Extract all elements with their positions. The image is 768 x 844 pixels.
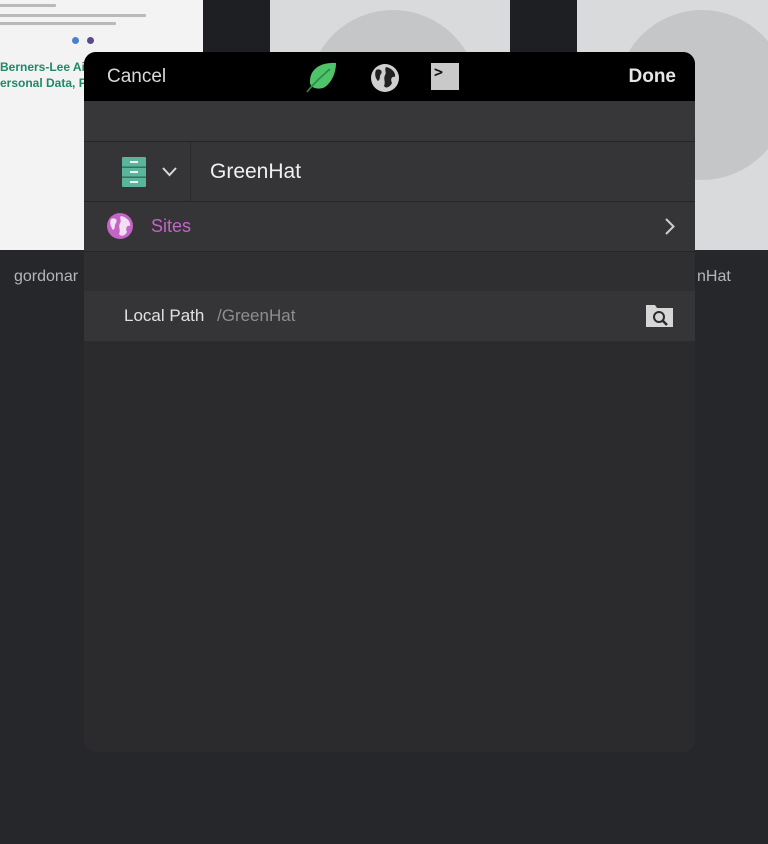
thumbnail-label: gordonar (14, 268, 79, 285)
local-path-row[interactable]: Local Path /GreenHat (84, 291, 695, 341)
site-name-field[interactable]: GreenHat (210, 142, 301, 201)
done-button[interactable]: Done (629, 52, 677, 101)
section-spacer (84, 252, 695, 291)
terminal-icon[interactable]: > (431, 63, 459, 90)
type-picker[interactable] (84, 142, 190, 201)
cancel-button[interactable]: Cancel (107, 52, 166, 101)
chevron-down-icon (162, 167, 177, 177)
section-spacer (84, 101, 695, 141)
sites-label: Sites (151, 216, 192, 236)
thumbnail-label: nHat (697, 268, 731, 285)
modal-header: Cancel > Done (84, 52, 695, 101)
local-path-value: /GreenHat (217, 306, 296, 325)
chevron-right-icon (665, 218, 675, 235)
globe-icon (107, 213, 133, 239)
site-name-row: GreenHat (84, 142, 695, 201)
folder-search-icon[interactable] (646, 303, 673, 327)
filing-cabinet-icon (122, 157, 146, 187)
globe-icon[interactable] (369, 62, 401, 94)
leaf-icon[interactable] (306, 61, 338, 93)
sites-row[interactable]: Sites (84, 202, 695, 251)
site-editor-sheet: Cancel > Done GreenHat Sites Local Path … (84, 52, 695, 752)
local-path-label: Local Path (124, 306, 205, 325)
